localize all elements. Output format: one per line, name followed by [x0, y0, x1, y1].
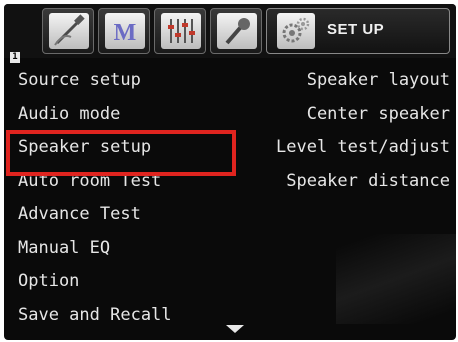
- main-menu: Source setup Audio mode Speaker setup Au…: [18, 64, 172, 332]
- microphone-icon: [217, 13, 257, 49]
- submenu-item-speaker-layout[interactable]: Speaker layout: [276, 64, 450, 98]
- cable-icon: [49, 13, 89, 49]
- osd-screen: M SET UP 1 Source setup Audio mode Speak…: [4, 4, 456, 340]
- screen-glare: [336, 234, 456, 324]
- submenu: Speaker layout Center speaker Level test…: [276, 64, 450, 198]
- selection-highlight: [6, 130, 236, 176]
- tab-setup[interactable]: SET UP: [266, 8, 450, 54]
- equalizer-sliders-icon: [161, 13, 201, 49]
- menu-item-advance-test[interactable]: Advance Test: [18, 198, 172, 232]
- svg-text:M: M: [114, 20, 137, 46]
- m-logo-icon: M: [105, 13, 145, 49]
- scroll-down-arrow-icon[interactable]: [226, 325, 244, 333]
- submenu-item-speaker-distance[interactable]: Speaker distance: [276, 165, 450, 199]
- menu-item-save-and-recall[interactable]: Save and Recall: [18, 299, 172, 333]
- tab-connections[interactable]: [42, 8, 94, 54]
- submenu-item-level-test-adjust[interactable]: Level test/adjust: [276, 131, 450, 165]
- tab-equalizer[interactable]: [154, 8, 206, 54]
- tab-setup-label: SET UP: [327, 21, 385, 38]
- menu-item-manual-eq[interactable]: Manual EQ: [18, 232, 172, 266]
- tab-bar: M SET UP: [4, 4, 456, 58]
- tab-microphone[interactable]: [210, 8, 262, 54]
- menu-item-option[interactable]: Option: [18, 265, 172, 299]
- menu-item-audio-mode[interactable]: Audio mode: [18, 98, 172, 132]
- menu-item-source-setup[interactable]: Source setup: [18, 64, 172, 98]
- page-badge: 1: [10, 52, 20, 63]
- submenu-item-center-speaker[interactable]: Center speaker: [276, 98, 450, 132]
- tab-music[interactable]: M: [98, 8, 150, 54]
- gears-icon: [277, 13, 315, 49]
